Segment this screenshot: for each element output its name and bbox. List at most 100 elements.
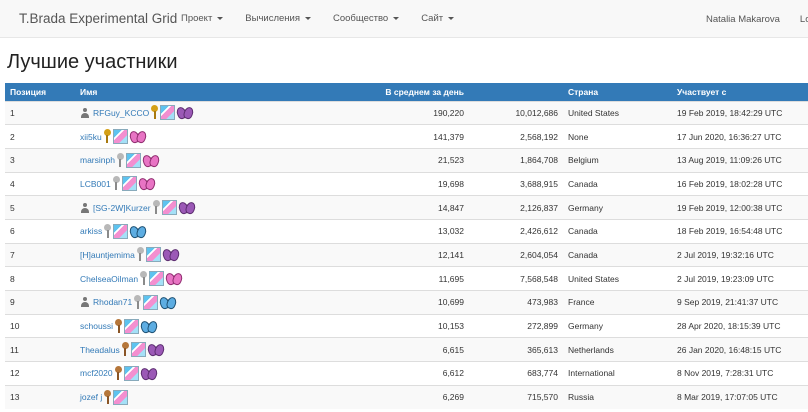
total-credit-cell: 365,613 <box>527 344 558 355</box>
logout-link[interactable]: Lo <box>800 14 808 25</box>
name-cell: Rhodan71 <box>75 291 269 315</box>
position-cell: 9 <box>10 297 15 308</box>
caret-down-icon <box>305 17 311 20</box>
participant-name-link[interactable]: marsinph <box>80 155 115 165</box>
main-menu: Проект Вычисления Сообщество Сайт <box>170 13 465 24</box>
position-cell: 7 <box>10 249 15 260</box>
butterfly-badge-icon <box>148 343 164 356</box>
credit-pin-icon <box>104 389 112 405</box>
position-cell: 4 <box>10 178 15 189</box>
col-header-position[interactable]: Позиция <box>5 83 75 101</box>
participant-name-link[interactable]: [SG-2W]Kurzer <box>93 203 151 213</box>
member-since-cell: 2 Jul 2019, 19:32:16 UTC <box>677 249 774 260</box>
user-name-link[interactable]: Natalia Makarova <box>706 14 780 25</box>
butterfly-badge-icon <box>143 154 159 167</box>
position-cell: 6 <box>10 226 15 237</box>
position-cell: 12 <box>10 368 20 379</box>
butterfly-badge-icon <box>166 272 182 285</box>
participant-name-link[interactable]: RFGuy_KCCO <box>93 108 149 118</box>
country-cell: Germany <box>568 321 603 332</box>
country-cell: United States <box>568 273 620 284</box>
country-cell: Belgium <box>568 155 599 166</box>
table-row: 6 arkiss 13,032 2,426,612 Canada 18 Feb 2019,… <box>5 219 808 243</box>
site-brand-link[interactable]: T.Brada Experimental Grid <box>0 11 177 26</box>
member-since-cell: 8 Nov 2019, 7:28:31 UTC <box>677 368 774 379</box>
participant-name-link[interactable]: mcf2020 <box>80 368 113 378</box>
grid-badge-icon <box>143 294 159 310</box>
participant-name-link[interactable]: LCB001 <box>80 179 111 189</box>
grid-badge-icon <box>149 271 165 287</box>
butterfly-badge-icon <box>177 106 193 119</box>
col-header-avg-per-day[interactable]: В среднем за день <box>269 83 469 101</box>
credit-pin-icon <box>121 342 129 357</box>
name-cell: [H]auntjemima <box>75 243 269 267</box>
avg-per-day-cell: 13,032 <box>438 226 464 237</box>
name-wrapper: Rhodan71 <box>80 294 264 310</box>
credit-pin-icon <box>103 129 111 144</box>
menu-computing[interactable]: Вычисления <box>234 13 322 24</box>
table-header-row: Позиция Имя В среднем за день Страна Уча… <box>5 83 808 101</box>
participant-name-link[interactable]: [H]auntjemima <box>80 250 135 260</box>
avg-per-day-cell: 21,523 <box>438 155 464 166</box>
col-header-member-since[interactable]: Участвует с <box>672 83 808 101</box>
participant-name-link[interactable]: ChelseaOilman <box>80 274 138 284</box>
avg-per-day-cell: 6,612 <box>442 368 464 379</box>
menu-site[interactable]: Сайт <box>410 13 465 24</box>
menu-project-label: Проект <box>181 13 213 24</box>
country-cell: International <box>568 368 615 379</box>
member-since-cell: 18 Feb 2019, 16:54:48 UTC <box>677 226 783 237</box>
user-profile-icon[interactable] <box>80 107 90 118</box>
member-since-cell: 19 Feb 2019, 18:42:29 UTC <box>677 107 783 118</box>
user-profile-icon[interactable] <box>80 202 90 213</box>
credit-pin-icon <box>140 271 148 286</box>
name-wrapper: schoussi <box>80 318 264 334</box>
menu-community[interactable]: Сообщество <box>322 13 410 24</box>
butterfly-badge-icon <box>141 367 157 380</box>
total-credit-cell: 473,983 <box>527 297 558 308</box>
name-wrapper: RFGuy_KCCO <box>80 105 264 121</box>
member-since-cell: 19 Feb 2019, 12:00:38 UTC <box>677 202 783 213</box>
name-cell: RFGuy_KCCO <box>75 101 269 125</box>
menu-project[interactable]: Проект <box>170 13 234 24</box>
participant-name-link[interactable]: Rhodan71 <box>93 297 132 307</box>
total-credit-cell: 7,568,548 <box>520 273 558 284</box>
name-cell: arkiss <box>75 219 269 243</box>
country-cell: None <box>568 131 589 142</box>
page-title: Лучшие участники <box>7 51 178 73</box>
top-participants-table: Позиция Имя В среднем за день Страна Уча… <box>5 83 808 409</box>
avg-per-day-cell: 190,220 <box>433 107 464 118</box>
position-cell: 5 <box>10 202 15 213</box>
grid-badge-icon <box>125 152 141 168</box>
participant-name-link[interactable]: schoussi <box>80 321 113 331</box>
avg-per-day-cell: 11,695 <box>438 273 464 284</box>
col-header-total[interactable] <box>469 83 563 101</box>
grid-badge-icon <box>161 200 177 216</box>
name-wrapper: [H]auntjemima <box>80 247 264 263</box>
table-row: 3 marsinph 21,523 1,864,708 Belgium 13 Aug 20… <box>5 148 808 173</box>
participant-name-link[interactable]: Theadalus <box>80 345 120 355</box>
credit-pin-icon <box>116 152 124 168</box>
table-row: 2 xii5ku 141,379 2,568,192 None 17 Jun 2020, … <box>5 124 808 149</box>
user-profile-icon[interactable] <box>80 297 90 308</box>
credit-pin-icon <box>151 105 159 120</box>
name-cell: xii5ku <box>75 125 269 149</box>
country-cell: Netherlands <box>568 344 614 355</box>
name-cell: mcf2020 <box>75 362 269 386</box>
participant-name-link[interactable]: jozef j <box>80 392 102 402</box>
table-row: 4 LCB001 19,698 3,688,915 Canada 16 Feb 2019,… <box>5 172 808 196</box>
butterfly-badge-icon <box>130 130 146 143</box>
name-wrapper: Theadalus <box>80 342 264 358</box>
name-wrapper: marsinph <box>80 152 264 168</box>
col-header-name[interactable]: Имя <box>75 83 269 101</box>
total-credit-cell: 2,568,192 <box>520 131 558 142</box>
col-header-country[interactable]: Страна <box>563 83 672 101</box>
participant-name-link[interactable]: arkiss <box>80 226 102 236</box>
participant-name-link[interactable]: xii5ku <box>80 132 102 142</box>
name-cell: Theadalus <box>75 338 269 362</box>
avg-per-day-cell: 10,153 <box>438 321 464 332</box>
top-navbar: T.Brada Experimental Grid Проект Вычисле… <box>0 0 808 38</box>
position-cell: 10 <box>10 321 20 332</box>
name-wrapper: mcf2020 <box>80 365 264 381</box>
total-credit-cell: 2,126,837 <box>520 202 558 213</box>
member-since-cell: 8 Mar 2019, 17:07:05 UTC <box>677 392 778 403</box>
